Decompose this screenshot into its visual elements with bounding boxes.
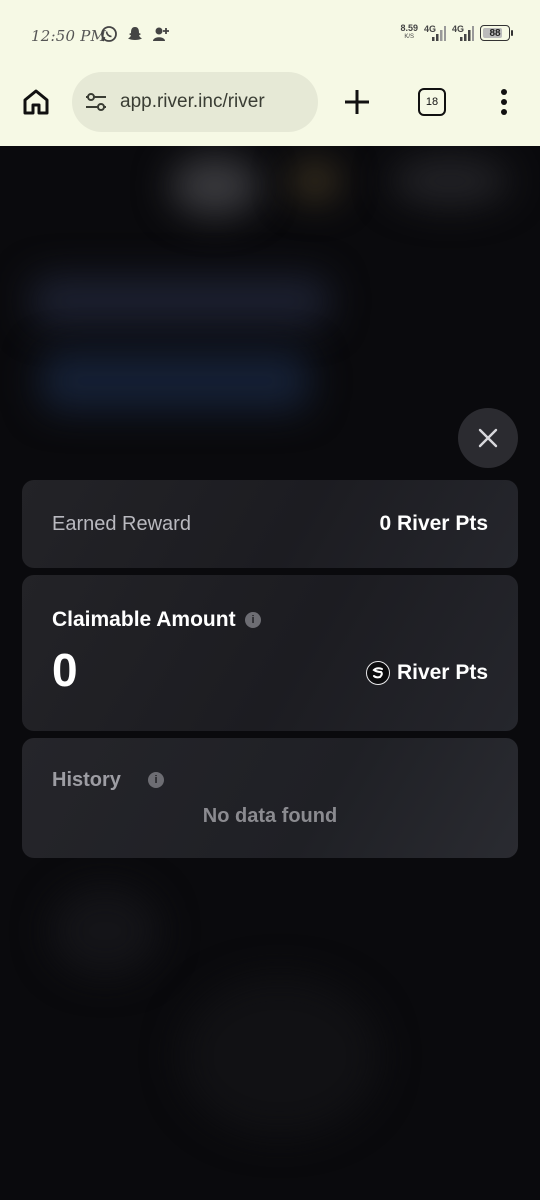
battery-icon: 88 [480,25,513,41]
signal-icon: 4G [424,24,446,42]
home-icon [23,89,49,115]
more-vert-icon [501,89,507,115]
claimable-amount-value: 0 [52,644,78,696]
signal-icon-2: 4G [452,24,474,42]
snapchat-icon [126,25,144,43]
earned-reward-label: Earned Reward [52,513,191,535]
new-tab-button[interactable] [342,87,372,117]
home-button[interactable] [18,84,54,120]
notification-icons [100,25,170,43]
info-icon[interactable]: i [245,612,261,628]
history-label: History [52,769,121,791]
screen: 12:50 PM 8.59 K/S 4G 4G 88 app.river.inc… [0,0,540,1200]
tab-switcher-button[interactable]: 18 [418,88,446,116]
earned-reward-value: 0 River Pts [379,512,488,535]
claimable-unit-text: River Pts [396,661,488,684]
browser-chrome: 12:50 PM 8.59 K/S 4G 4G 88 app.river.inc… [0,0,540,146]
browser-menu-button[interactable] [494,88,514,116]
status-time: 12:50 PM [31,27,107,45]
close-icon [478,428,498,448]
status-right: 8.59 K/S 4G 4G 88 [400,23,513,42]
whatsapp-icon [100,25,118,43]
tune-icon[interactable] [84,90,108,114]
claimable-amount-card: Claimable Amount i 0 River Pts [22,575,518,731]
url-text[interactable]: app.river.inc/river [120,91,265,113]
claimable-unit: River Pts [365,661,488,685]
history-info-icon[interactable]: i [148,772,164,788]
earned-reward-card: Earned Reward 0 River Pts [22,480,518,568]
address-bar[interactable]: app.river.inc/river [72,72,318,132]
browser-toolbar: app.river.inc/river 18 [0,70,540,134]
tab-count: 18 [425,96,439,108]
add-person-icon [152,25,170,43]
plus-icon [345,90,369,114]
status-bar: 12:50 PM 8.59 K/S 4G 4G 88 [0,0,540,70]
history-empty-message: No data found [202,805,338,827]
claimable-amount-label: Claimable Amount [52,608,236,631]
network-speed: 8.59 K/S [400,23,418,41]
close-button[interactable] [458,408,518,468]
river-logo-icon [365,661,390,685]
history-card: History i No data found [22,738,518,858]
